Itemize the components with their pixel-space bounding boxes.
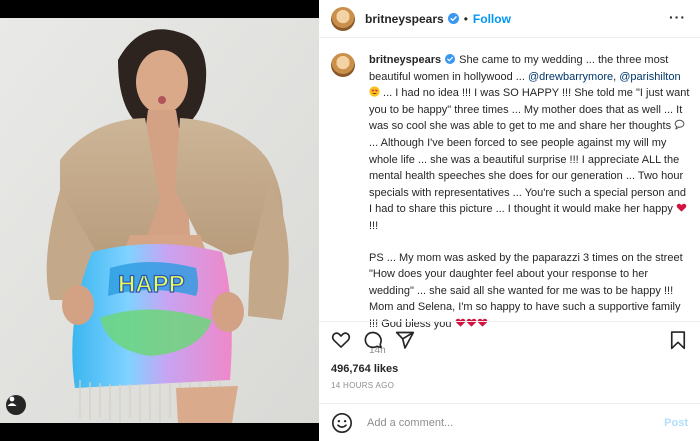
photo-illustration: HAPP — [0, 18, 319, 423]
mention-link[interactable]: @parishilton — [619, 71, 680, 83]
post-time-ago[interactable]: 14 HOURS AGO — [331, 381, 394, 390]
verified-badge-icon — [445, 54, 456, 64]
like-heart-icon[interactable] — [331, 330, 351, 350]
mention-link[interactable]: @drewbarrymore — [528, 71, 613, 83]
heart-eyes-emoji-icon — [369, 86, 380, 97]
heart-emoji-icon — [466, 318, 476, 327]
separator-dot: • — [463, 11, 468, 26]
heart-emoji-icon — [455, 318, 465, 327]
more-horizontal-icon[interactable]: ··· — [669, 10, 686, 24]
share-send-icon[interactable] — [395, 330, 415, 350]
tagged-users-button[interactable] — [6, 395, 26, 415]
caption-avatar[interactable] — [331, 53, 355, 77]
post-photo[interactable]: HAPP — [0, 0, 319, 441]
speech-bubble-emoji-icon — [674, 120, 685, 130]
caption-username-link[interactable]: britneyspears — [369, 54, 441, 66]
post-comment-button[interactable]: Post — [664, 417, 688, 429]
emoji-smiley-icon[interactable] — [331, 412, 353, 434]
comment-input[interactable] — [367, 416, 665, 429]
caption-text: ... I had no idea !!! I was SO HAPPY !!!… — [369, 87, 693, 133]
caption-text: PS ... My mom was asked by the paparazzi… — [369, 251, 686, 330]
comment-bar: Post — [319, 403, 700, 441]
action-buttons — [331, 330, 415, 350]
bookmark-icon[interactable] — [668, 330, 688, 350]
follow-button[interactable]: Follow — [473, 12, 511, 26]
caption: britneyspears She came to my wedding ... … — [331, 52, 693, 359]
caption-text: ... Although I've been forced to see peo… — [369, 136, 690, 216]
heart-emoji-icon — [477, 318, 487, 327]
svg-text:HAPP: HAPP — [118, 271, 185, 298]
avatar[interactable] — [331, 6, 355, 31]
post-side-panel: britneyspears • Follow ··· britneyspears… — [319, 0, 700, 441]
caption-timestamp[interactable]: 14h — [369, 343, 691, 360]
likes-count[interactable]: 496,764 likes — [331, 363, 398, 375]
verified-badge-icon — [447, 13, 459, 24]
heart-emoji-icon — [676, 204, 687, 212]
caption-paragraph-1: britneyspears She came to my wedding ... … — [369, 52, 691, 235]
username-link[interactable]: britneyspears — [365, 12, 444, 26]
user-tag-icon — [7, 396, 17, 406]
comment-icon[interactable] — [363, 330, 383, 350]
post-header: britneyspears • Follow ··· — [319, 0, 700, 38]
actions-divider — [319, 321, 700, 322]
caption-body: britneyspears She came to my wedding ... … — [369, 52, 691, 359]
